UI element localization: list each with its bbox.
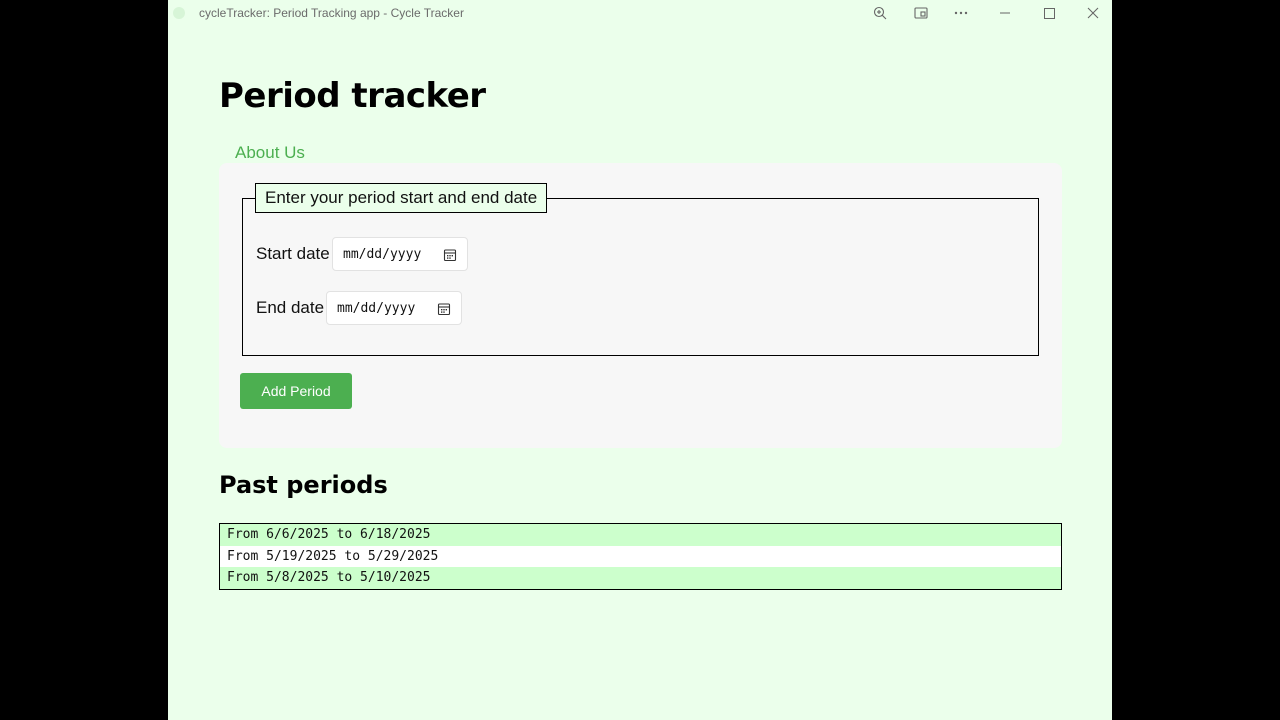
open-in-app-icon[interactable] bbox=[910, 3, 932, 23]
start-date-label: Start date bbox=[256, 244, 330, 263]
period-form: Enter your period start and end date Sta… bbox=[219, 163, 1062, 448]
list-item: From 5/19/2025 to 5/29/2025 bbox=[220, 545, 1061, 567]
calendar-icon[interactable] bbox=[443, 248, 457, 262]
about-us-link[interactable]: About Us bbox=[235, 143, 305, 163]
maximize-icon[interactable] bbox=[1038, 3, 1060, 23]
start-date-input[interactable]: mm/dd/yyyy bbox=[332, 237, 468, 271]
list-item: From 6/6/2025 to 6/18/2025 bbox=[220, 524, 1061, 546]
fieldset-legend: Enter your period start and end date bbox=[255, 183, 548, 213]
close-icon[interactable] bbox=[1082, 3, 1104, 23]
title-bar: cycleTracker: Period Tracking app - Cycl… bbox=[168, 0, 1112, 26]
minimize-icon[interactable] bbox=[994, 3, 1016, 23]
date-fieldset bbox=[242, 198, 1039, 356]
start-date-placeholder: mm/dd/yyyy bbox=[343, 247, 422, 262]
end-date-label: End date bbox=[256, 298, 325, 317]
list-item: From 5/8/2025 to 5/10/2025 bbox=[220, 567, 1061, 589]
window-title: cycleTracker: Period Tracking app - Cycl… bbox=[199, 6, 464, 20]
zoom-in-icon[interactable] bbox=[869, 3, 891, 23]
end-date-placeholder: mm/dd/yyyy bbox=[337, 301, 416, 316]
end-date-input[interactable]: mm/dd/yyyy bbox=[326, 291, 462, 325]
page-title: Period tracker bbox=[219, 76, 486, 116]
past-periods-title: Past periods bbox=[219, 471, 388, 499]
add-period-button[interactable]: Add Period bbox=[240, 373, 352, 409]
past-periods-list: From 6/6/2025 to 6/18/2025 From 5/19/202… bbox=[219, 523, 1062, 590]
app-icon bbox=[173, 7, 185, 19]
app-window: cycleTracker: Period Tracking app - Cycl… bbox=[168, 0, 1112, 720]
more-icon[interactable] bbox=[950, 3, 972, 23]
calendar-icon[interactable] bbox=[437, 302, 451, 316]
